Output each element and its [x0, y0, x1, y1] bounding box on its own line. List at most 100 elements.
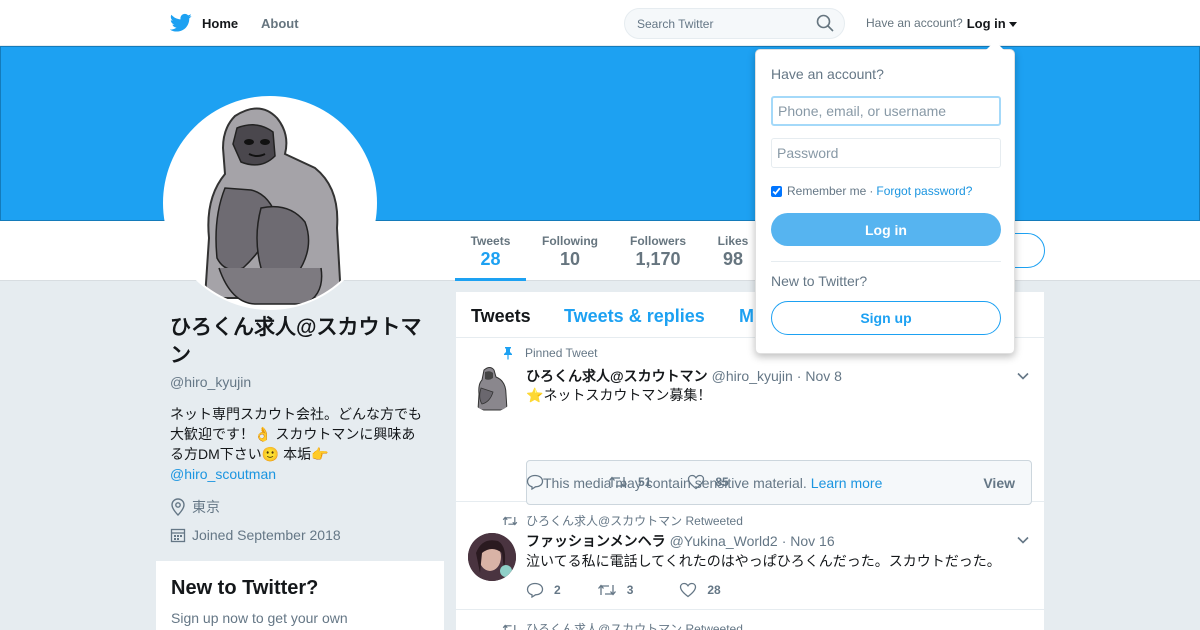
reply-icon — [526, 582, 544, 598]
pin-icon — [504, 347, 512, 360]
tweet-actions: 2 3 28 — [526, 582, 743, 598]
tab-tweets[interactable]: Tweets — [471, 306, 531, 327]
bio-text: ネット専門スカウト会社。どんな方でも — [170, 406, 422, 422]
stat-value: 28 — [480, 249, 501, 269]
calendar-icon — [170, 528, 186, 543]
location-icon — [171, 498, 185, 516]
joined-text: Joined September 2018 — [192, 527, 341, 543]
retweet-context-label: ひろくん求人@スカウトマン Retweeted — [526, 622, 743, 630]
new-to-twitter-text: Sign up now to get your own — [171, 610, 348, 626]
pinned-label: Pinned Tweet — [525, 346, 598, 360]
remember-me-row: Remember me · Forgot password? — [771, 184, 972, 198]
tweet-header: ひろくん求人@スカウトマン @hiro_kyujin · Nov 8 — [526, 366, 842, 386]
tweet[interactable]: ひろくん求人@スカウトマン Retweeted — [456, 610, 1044, 630]
dropdown-arrow — [986, 41, 1004, 50]
password-field[interactable] — [771, 138, 1001, 168]
like-icon — [680, 582, 697, 598]
like-button[interactable]: 28 — [679, 582, 721, 598]
account-prompt: Have an account? — [866, 16, 963, 30]
search-input[interactable] — [624, 8, 845, 39]
profile-handle: @hiro_kyujin — [170, 374, 252, 390]
like-button[interactable]: 85 — [687, 474, 729, 490]
retweet-context-label: ひろくん求人@スカウトマン Retweeted — [526, 514, 743, 528]
like-count: 28 — [707, 583, 721, 597]
dropdown-divider — [771, 261, 1001, 262]
login-button[interactable]: Log in — [771, 213, 1001, 246]
remember-me-checkbox[interactable] — [771, 185, 782, 197]
stat-label: Likes — [717, 234, 749, 248]
tweet-author-handle[interactable]: @hiro_kyujin — [712, 368, 793, 384]
login-link[interactable]: Log in — [967, 16, 1006, 31]
retweet-button[interactable]: 51 — [608, 475, 651, 489]
stat-value: 1,170 — [635, 249, 681, 269]
profile-name: ひろくん求人@スカウトマン — [170, 316, 422, 367]
retweet-icon — [502, 623, 518, 630]
stat-value: 10 — [559, 249, 581, 269]
tab-tweets-replies[interactable]: Tweets & replies — [564, 306, 705, 327]
home-label: Home — [202, 15, 239, 31]
pinned-context: Pinned Tweet — [502, 346, 598, 360]
retweet-icon — [502, 515, 518, 526]
location-text: 東京 — [192, 499, 220, 515]
top-navigation-bar: Home About Have an account? Log in — [0, 0, 1200, 46]
stat-likes[interactable]: Likes 98 — [712, 221, 754, 281]
retweet-icon — [609, 476, 627, 488]
stat-label: Tweets — [470, 234, 511, 248]
tweet-actions: 51 85 — [526, 474, 751, 490]
bio-mention-link[interactable]: @hiro_scoutman — [170, 466, 276, 482]
reply-button[interactable]: 2 — [526, 582, 561, 598]
forgot-password-link[interactable]: Forgot password? — [876, 184, 972, 198]
reply-icon — [526, 474, 544, 490]
tweet[interactable]: Pinned Tweet ひろくん求人@スカウトマン @hiro_kyujin … — [456, 338, 1044, 505]
bio-text: 本垢 — [279, 446, 312, 462]
smile-emoji: 🙂 — [261, 446, 280, 462]
like-count: 85 — [715, 475, 729, 489]
tweet-author-handle[interactable]: @Yukina_World2 — [670, 533, 778, 549]
retweet-context: ひろくん求人@スカウトマン Retweeted — [502, 620, 743, 630]
gorilla-illustration — [165, 98, 375, 308]
stat-label: Following — [542, 234, 598, 248]
retweet-context: ひろくん求人@スカウトマン Retweeted — [502, 512, 743, 529]
learn-more-link[interactable]: Learn more — [811, 475, 883, 491]
profile-bio: ネット専門スカウト会社。どんな方でも 大歓迎です！👌 スカウトマンに興味あ る方… — [170, 404, 438, 484]
signup-button[interactable]: Sign up — [771, 301, 1001, 335]
stat-label: Followers — [629, 234, 686, 248]
stat-followers[interactable]: Followers 1,170 — [624, 221, 692, 281]
stat-tweets[interactable]: Tweets 28 — [455, 221, 526, 281]
tweet-avatar[interactable] — [468, 533, 516, 581]
username-field[interactable] — [771, 96, 1001, 126]
chevron-down-icon[interactable] — [1016, 369, 1030, 383]
tab-media[interactable]: M — [739, 306, 754, 327]
ok-hand-emoji: 👌 — [254, 426, 272, 442]
view-button[interactable]: View — [983, 475, 1015, 491]
tweet-author-name[interactable]: ファッションメンヘラ — [526, 531, 666, 551]
new-to-twitter-prompt: New to Twitter? — [771, 273, 868, 289]
new-to-twitter-title: New to Twitter? — [171, 577, 319, 599]
twitter-bird-icon — [170, 13, 192, 32]
profile-location: 東京 — [170, 497, 220, 517]
reply-button[interactable] — [526, 474, 554, 490]
account-login-toggle[interactable]: Have an account? Log in — [866, 0, 1017, 46]
about-nav-link[interactable]: About — [261, 0, 299, 46]
tweet-avatar[interactable] — [468, 364, 516, 412]
chevron-down-icon[interactable] — [1016, 533, 1030, 547]
stat-following[interactable]: Following 10 — [537, 221, 603, 281]
stat-value: 98 — [722, 249, 744, 269]
remember-me-label: Remember me — [787, 184, 867, 198]
avatar[interactable] — [163, 96, 377, 310]
home-nav-link[interactable]: Home — [170, 0, 238, 46]
search-icon[interactable] — [816, 14, 834, 32]
login-dropdown: Have an account? Remember me · Forgot pa… — [755, 41, 1015, 354]
user-photo-thumbnail — [468, 533, 516, 581]
tweet-author-name[interactable]: ひろくん求人@スカウトマン — [526, 366, 708, 386]
bio-text: る方DM下さい — [170, 446, 262, 462]
tweet-date[interactable]: · Nov 8 — [797, 368, 842, 384]
reply-count: 2 — [554, 583, 561, 597]
like-icon — [688, 474, 705, 490]
retweet-button[interactable]: 3 — [597, 583, 633, 597]
bio-text: 大歓迎です！ — [170, 426, 254, 442]
separator-dot: · — [869, 184, 874, 198]
tweet-date[interactable]: · Nov 16 — [782, 533, 835, 549]
tweet[interactable]: ひろくん求人@スカウトマン Retweeted ファッションメンヘラ @Yuki… — [456, 502, 1044, 610]
new-to-twitter-card: New to Twitter? Sign up now to get your … — [156, 561, 444, 630]
